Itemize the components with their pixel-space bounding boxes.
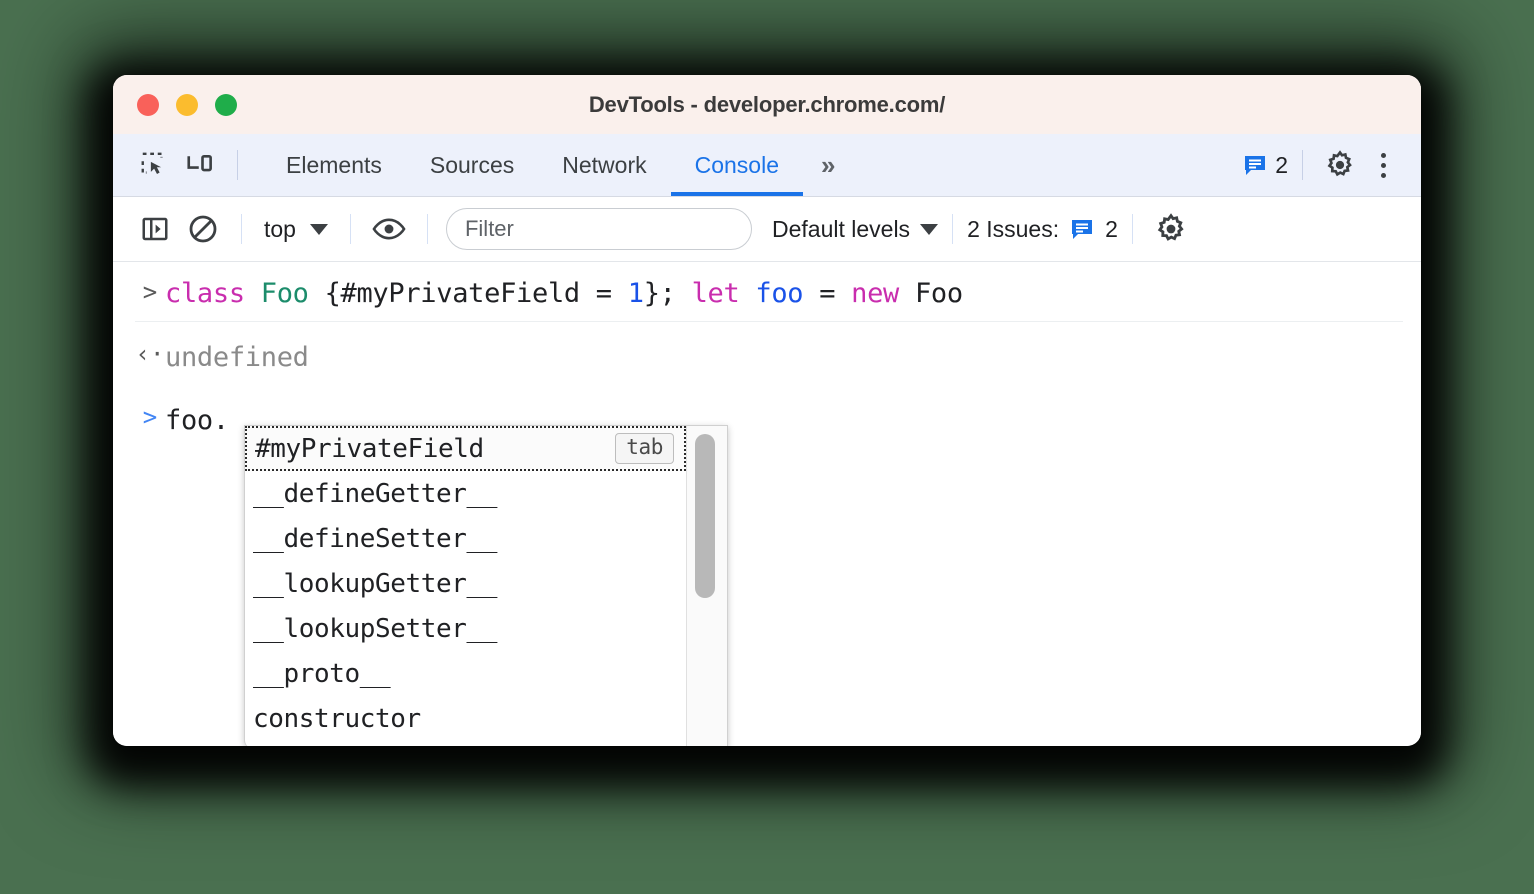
gear-icon[interactable] — [1317, 142, 1363, 188]
tab-network[interactable]: Network — [538, 134, 670, 196]
execution-context-label: top — [264, 215, 296, 242]
tab-console[interactable]: Console — [670, 134, 804, 196]
issues-label: 2 Issues: — [967, 215, 1060, 242]
toolbar-divider-4 — [952, 214, 954, 244]
execution-context-selector[interactable]: top — [256, 216, 336, 243]
clear-console-icon[interactable] — [179, 205, 227, 253]
issues-counter[interactable]: 2 Issues: 2 — [967, 216, 1118, 243]
issues-count: 2 — [1105, 215, 1118, 242]
autocomplete-item[interactable]: __lookupSetter__ — [245, 606, 686, 651]
token-keyword-let: let — [691, 278, 756, 309]
issues-count: 2 — [1275, 151, 1288, 178]
token-brace-semicolon: }; — [643, 278, 692, 309]
chevron-down-icon — [309, 223, 328, 235]
autocomplete-scrollbar-thumb[interactable] — [695, 434, 715, 598]
log-levels-label: Default levels — [771, 215, 911, 242]
token-number: 1 — [627, 278, 644, 309]
tabbar-actions: 2 — [1244, 142, 1421, 188]
issues-badge[interactable]: 2 — [1244, 152, 1288, 179]
kebab-menu-icon[interactable] — [1363, 145, 1403, 185]
gear-icon[interactable] — [1147, 205, 1195, 253]
autocomplete-item-label: __defineSetter__ — [253, 523, 498, 554]
devtools-window: DevTools - developer.chrome.com/ Element… — [113, 75, 1421, 746]
console-result-line: ‹· undefined — [113, 322, 1421, 381]
tabbar-divider — [237, 150, 238, 180]
autocomplete-item[interactable]: __proto__ — [245, 651, 686, 696]
token-assign: = — [819, 278, 852, 309]
autocomplete-item-label: __lookupSetter__ — [253, 613, 498, 644]
devtools-tabbar: Elements Sources Network Console » 2 — [113, 134, 1421, 197]
toolbar-divider-1 — [241, 214, 242, 244]
console-prompt-text: foo. — [165, 405, 229, 437]
output-arrow-icon: ‹· — [135, 340, 165, 369]
toolbar-divider-5 — [1131, 214, 1133, 244]
tabbar-actions-divider — [1302, 150, 1303, 180]
window-titlebar: DevTools - developer.chrome.com/ — [113, 75, 1421, 134]
tab-sources[interactable]: Sources — [406, 134, 538, 196]
device-toolbar-icon[interactable] — [177, 142, 223, 188]
live-expression-icon[interactable] — [365, 205, 413, 253]
tab-list: Elements Sources Network Console » — [262, 134, 850, 196]
console-input-line: > class Foo {#myPrivateField = 1}; let f… — [135, 262, 1403, 323]
autocomplete-item[interactable]: constructor — [245, 696, 686, 741]
console-expression: class Foo {#myPrivateField = 1}; let foo… — [165, 278, 963, 309]
autocomplete-item-label: constructor — [253, 703, 421, 734]
console-toolbar: top Default levels 2 Issues: — [113, 197, 1421, 262]
autocomplete-item-label: #myPrivateField — [255, 433, 484, 464]
autocomplete-item-label: __lookupGetter__ — [253, 568, 498, 599]
autocomplete-item-label: __defineGetter__ — [253, 478, 498, 509]
autocomplete-item-label: __proto__ — [253, 658, 391, 689]
screenshot-stage: DevTools - developer.chrome.com/ Element… — [0, 0, 1534, 894]
window-title: DevTools - developer.chrome.com/ — [588, 91, 946, 117]
prompt-caret-icon: > — [142, 403, 158, 432]
token-variable-foo: foo — [755, 278, 820, 309]
input-prompt-icon: > — [142, 278, 158, 306]
token-field-decl: {#myPrivateField = — [324, 278, 628, 309]
filter-input[interactable] — [445, 208, 752, 250]
autocomplete-item[interactable]: __defineGetter__ — [245, 471, 686, 516]
token-class-name: Foo — [260, 278, 325, 309]
tab-hint-badge: tab — [615, 433, 674, 464]
chevron-down-icon — [920, 223, 939, 235]
autocomplete-item-selected[interactable]: #myPrivateField tab — [245, 426, 686, 471]
token-keyword-new: new — [851, 278, 915, 309]
toolbar-divider-3 — [426, 214, 428, 244]
tab-elements[interactable]: Elements — [262, 134, 406, 196]
issues-bubble-icon — [1071, 219, 1093, 240]
toolbar-divider-2 — [349, 214, 351, 244]
token-ctor-foo: Foo — [914, 278, 963, 309]
autocomplete-scrollbar[interactable] — [686, 426, 727, 746]
log-levels-selector[interactable]: Default levels — [771, 215, 939, 243]
autocomplete-popup[interactable]: #myPrivateField tab __defineGetter__ __d… — [244, 425, 728, 746]
autocomplete-list: #myPrivateField tab __defineGetter__ __d… — [245, 426, 686, 746]
console-output[interactable]: > class Foo {#myPrivateField = 1}; let f… — [113, 262, 1421, 746]
more-tabs-icon[interactable]: » — [803, 134, 850, 196]
autocomplete-item[interactable]: __lookupGetter__ — [245, 561, 686, 606]
console-result-value: undefined — [165, 342, 309, 374]
inspect-element-icon[interactable] — [131, 142, 177, 188]
token-keyword-class: class — [165, 278, 261, 309]
issues-bubble-icon — [1244, 155, 1266, 176]
show-console-sidebar-icon[interactable] — [131, 205, 179, 253]
autocomplete-item[interactable]: __defineSetter__ — [245, 516, 686, 561]
